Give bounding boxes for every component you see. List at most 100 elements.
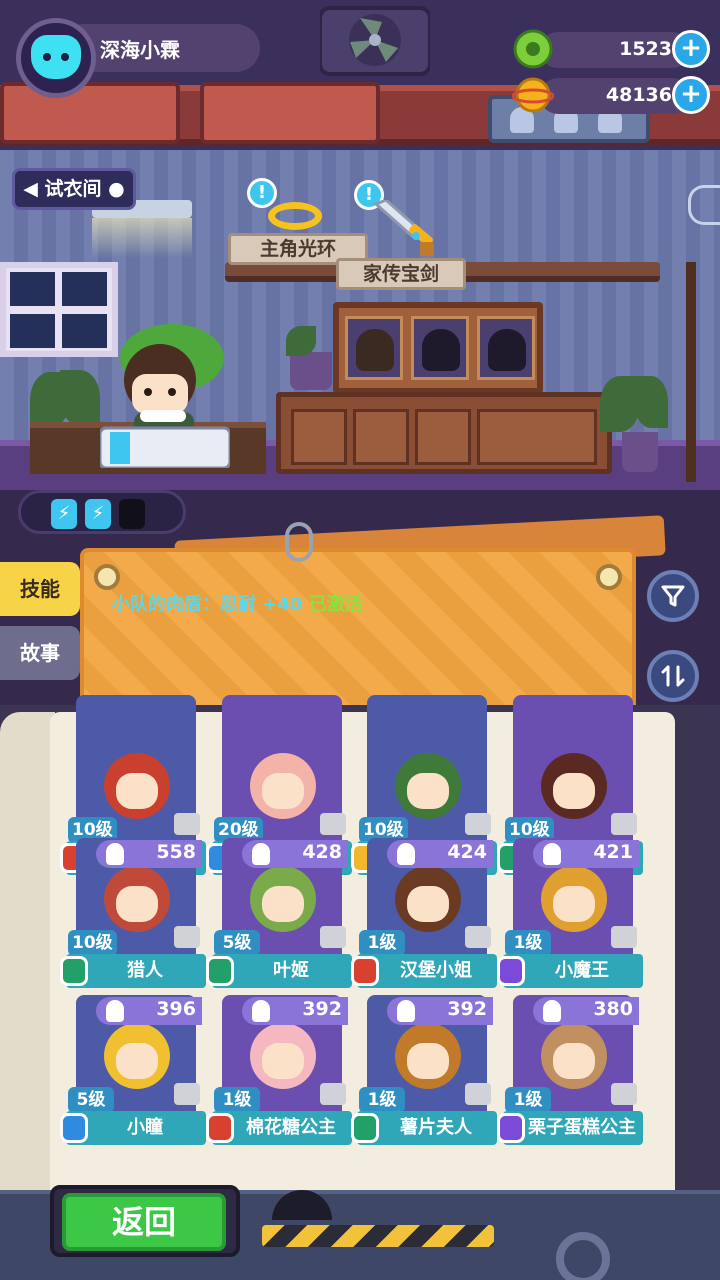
paper-clip-icon — [285, 522, 313, 562]
fitting-room-label: 试衣间 — [44, 178, 102, 200]
level-tag: 1级 — [359, 1087, 405, 1113]
character-card[interactable]: 380 1级 栗子蛋糕公主 — [497, 995, 643, 1145]
fitting-room-button[interactable]: ◀ 试衣间 ● — [12, 168, 136, 210]
power-tag: 421 — [533, 840, 639, 868]
character-card[interactable]: 421 1级 小魔王 — [497, 838, 643, 988]
skill-status: 已激活 — [308, 594, 363, 615]
class-badge-icon — [206, 1113, 234, 1143]
power-value: 424 — [447, 841, 487, 863]
ceiling-fan-icon — [320, 6, 430, 76]
coin-count: 48136 — [605, 84, 672, 106]
costume-slot[interactable] — [345, 316, 403, 380]
outfit-icon[interactable] — [611, 813, 637, 835]
power-tag: 380 — [533, 997, 639, 1025]
power-icon — [543, 843, 561, 865]
energy-bolt-icon: ⚡ — [85, 499, 111, 529]
costume-slot-locked[interactable] — [477, 316, 535, 380]
donut-count: 1523 — [619, 38, 672, 60]
class-badge-icon — [497, 1113, 525, 1143]
player-name: 深海小霖 — [100, 38, 180, 62]
power-icon — [543, 1000, 561, 1022]
outfit-icon[interactable] — [174, 813, 200, 835]
add-donut-button[interactable]: + — [672, 30, 710, 68]
energy-bolt-icon: ⚡ — [51, 499, 77, 529]
power-value: 392 — [302, 998, 342, 1020]
hero-character[interactable] — [100, 318, 230, 468]
power-value: 392 — [447, 998, 487, 1020]
item-label-sword: 家传宝剑 — [336, 258, 466, 290]
outfit-icon[interactable] — [320, 926, 346, 948]
filter-icon — [661, 585, 685, 607]
outfit-icon[interactable] — [320, 813, 346, 835]
outfit-icon[interactable] — [465, 1083, 491, 1105]
character-card[interactable]: 428 5级 叶姬 — [206, 838, 352, 988]
skill-description: 小队的肉盾：忍耐 +40 已激活 — [112, 594, 363, 615]
filter-button[interactable] — [647, 570, 699, 622]
power-value: 421 — [593, 841, 633, 863]
sword-icon[interactable] — [372, 200, 442, 260]
outfit-icon[interactable] — [611, 926, 637, 948]
tab-story[interactable]: 故事 — [0, 626, 80, 680]
notification-icon[interactable]: ! — [247, 178, 277, 208]
power-icon — [397, 843, 415, 865]
power-value: 558 — [156, 841, 196, 863]
outfit-icon[interactable] — [611, 1083, 637, 1105]
pin-icon — [596, 564, 622, 590]
ceiling-panel — [200, 82, 380, 144]
power-icon — [106, 843, 124, 865]
outfit-icon[interactable] — [174, 1083, 200, 1105]
level-tag: 1级 — [505, 930, 551, 956]
cat-avatar-icon — [31, 35, 81, 79]
plant-pot — [622, 432, 658, 472]
player-avatar[interactable] — [16, 18, 96, 98]
power-tag: 558 — [96, 840, 202, 868]
halo-icon[interactable] — [268, 202, 322, 230]
character-card[interactable]: 392 1级 薯片夫人 — [351, 995, 497, 1145]
power-icon — [252, 843, 270, 865]
power-value: 428 — [302, 841, 342, 863]
power-value: 396 — [156, 998, 196, 1020]
cabinet — [276, 392, 612, 474]
gold-planet-coin-icon — [512, 77, 554, 113]
outfit-icon[interactable] — [465, 813, 491, 835]
back-arrow-icon: ◀ — [23, 178, 38, 200]
sort-button[interactable] — [647, 650, 699, 702]
outfit-icon[interactable] — [320, 1083, 346, 1105]
class-badge-icon — [60, 956, 88, 986]
power-tag: 392 — [387, 997, 493, 1025]
hazard-stripe — [262, 1225, 494, 1247]
character-card[interactable]: 424 1级 汉堡小姐 — [351, 838, 497, 988]
energy-empty-slot — [119, 499, 145, 529]
power-icon — [252, 1000, 270, 1022]
coat-rack — [686, 262, 696, 482]
level-tag: 1级 — [359, 930, 405, 956]
sort-icon — [661, 665, 685, 687]
power-tag: 396 — [96, 997, 202, 1025]
character-card[interactable]: 558 10级 猎人 — [60, 838, 206, 988]
green-donut-icon — [513, 29, 553, 69]
power-tag: 428 — [242, 840, 348, 868]
tab-skill[interactable]: 技能 — [0, 562, 80, 616]
level-tag: 5级 — [214, 930, 260, 956]
class-badge-icon — [206, 956, 234, 986]
character-card[interactable]: 396 5级 小瞳 — [60, 995, 206, 1145]
outfit-icon[interactable] — [465, 926, 491, 948]
level-tag: 5级 — [68, 1087, 114, 1113]
power-tag: 424 — [387, 840, 493, 868]
pin-icon — [94, 564, 120, 590]
ceiling-panel — [0, 82, 180, 144]
class-badge-icon — [351, 956, 379, 986]
costume-slot-locked[interactable] — [411, 316, 469, 380]
outfit-icon[interactable] — [174, 926, 200, 948]
gear-icon — [556, 1232, 610, 1280]
plant-pot — [290, 352, 332, 390]
character-card[interactable]: 392 1级 棉花糖公主 — [206, 995, 352, 1145]
level-tag: 10级 — [68, 930, 117, 956]
level-tag: 1级 — [505, 1087, 551, 1113]
hanger-icon[interactable] — [688, 185, 720, 225]
add-coin-button[interactable]: + — [672, 76, 710, 114]
power-tag: 392 — [242, 997, 348, 1025]
costume-display[interactable] — [333, 302, 543, 394]
class-badge-icon — [60, 1113, 88, 1143]
back-button[interactable]: 返回 — [62, 1193, 226, 1251]
